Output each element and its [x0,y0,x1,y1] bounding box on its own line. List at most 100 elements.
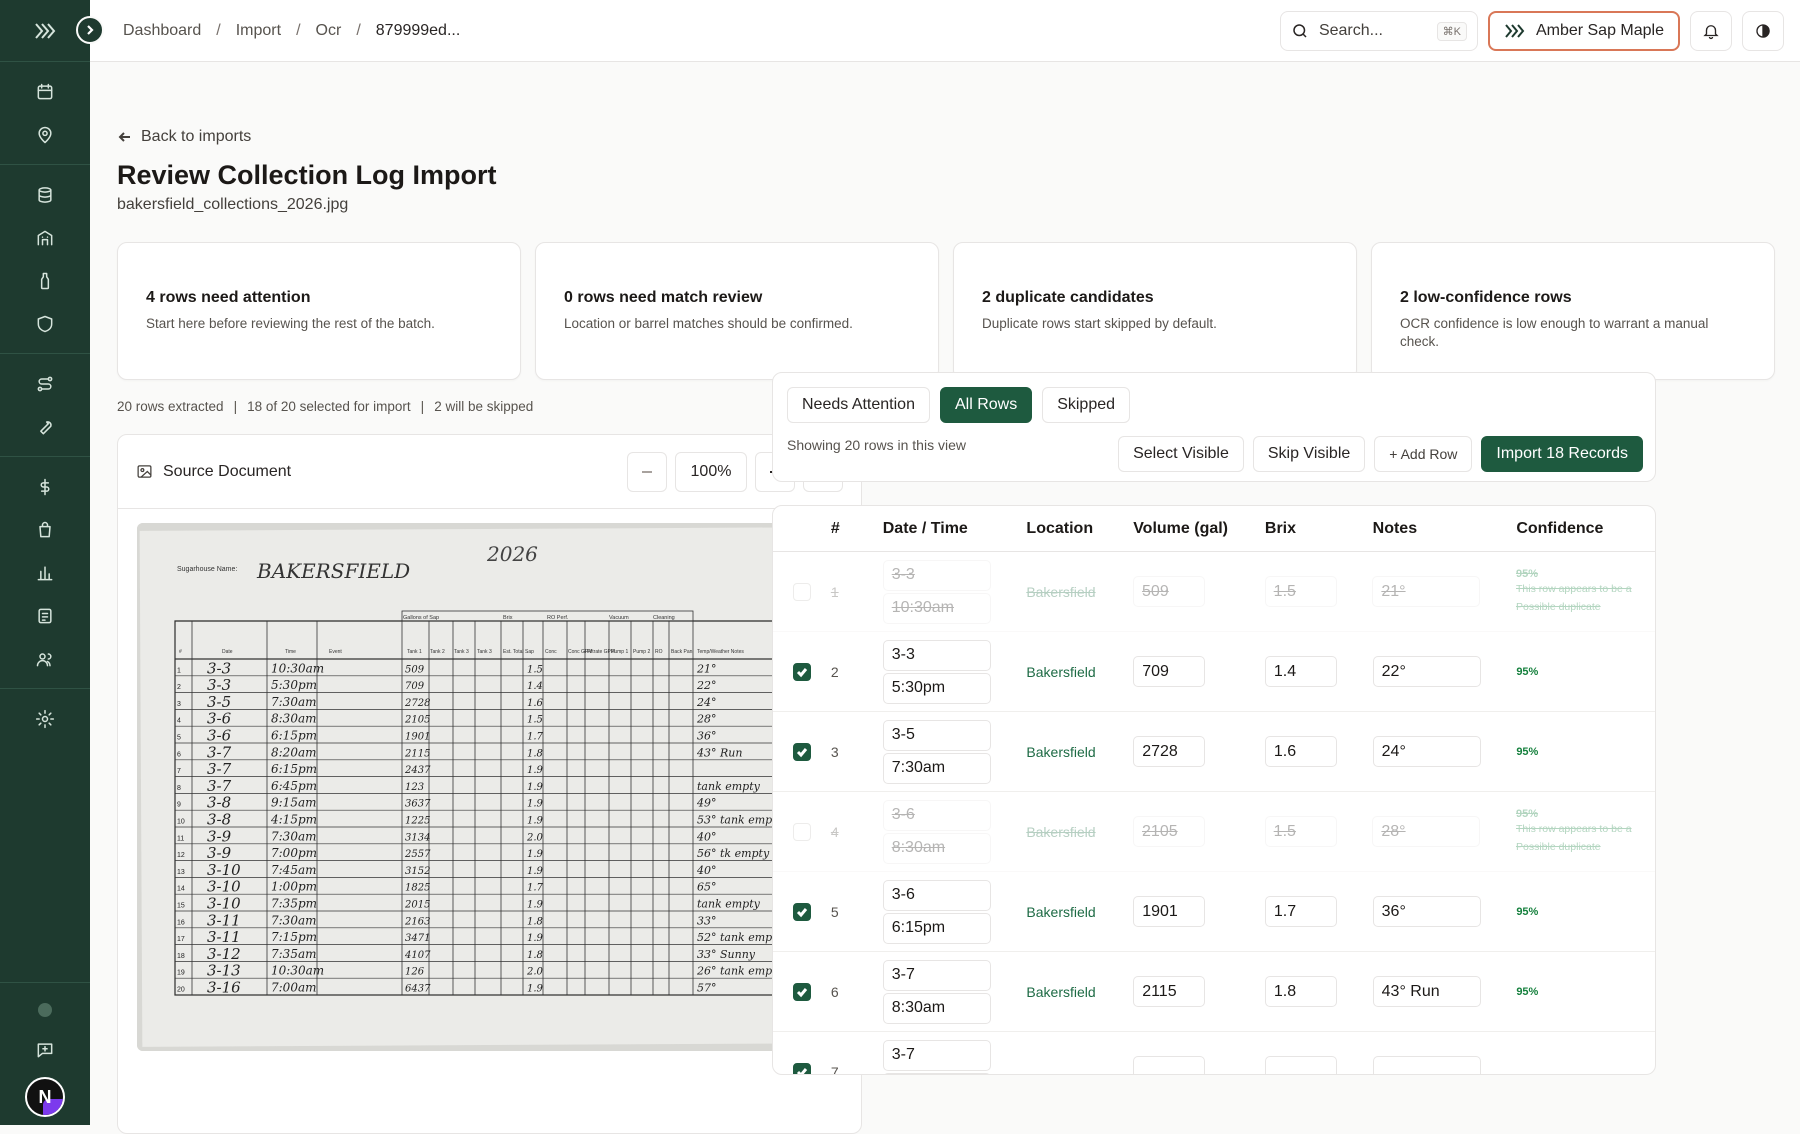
handwritten-tank: 2163 [404,916,430,927]
sidebar-item-quality[interactable] [23,302,67,345]
handwritten-time: 7:45am [271,863,316,877]
table-row: 4 3-6 8:30am Bakersfield 2105 1.5 28° 95… [773,792,1655,872]
location-match[interactable]: Bakersfield [1026,664,1133,680]
handwritten-brix: 1.8 [527,916,543,927]
row-select-checkbox[interactable] [792,982,811,1001]
notes-input[interactable]: 24° [1372,736,1481,767]
volume-input[interactable]: 2728 [1133,736,1206,767]
handwritten-brix: 1.9 [527,799,544,810]
notes-input[interactable]: 43° Run [1372,976,1481,1007]
notes-input[interactable]: 22° [1372,656,1481,687]
sidebar-item-settings[interactable] [23,697,67,740]
skip-visible-button[interactable]: Skip Visible [1252,436,1366,472]
row-select-checkbox[interactable] [792,822,811,841]
brix-input[interactable]: 1.6 [1264,736,1337,767]
search-input[interactable]: Search... ⌘K [1279,11,1478,51]
volume-input[interactable]: 1901 [1133,896,1206,927]
sidebar-item-finance[interactable] [23,465,67,508]
volume-input[interactable]: 2105 [1133,816,1206,847]
location-match[interactable]: Bakersfield [1026,904,1133,920]
card-duplicates[interactable]: 2 duplicate candidates Duplicate rows sta… [953,242,1357,380]
sidebar-item-calendar[interactable] [23,70,67,113]
org-switcher-button[interactable]: Amber Sap Maple [1487,11,1680,51]
volume-input[interactable]: 709 [1133,656,1206,687]
check-icon [796,667,808,677]
handwritten-time: 4:15pm [270,813,317,827]
row-select-checkbox[interactable] [792,1062,811,1074]
row-select-checkbox[interactable] [792,582,811,601]
handwritten-notes: 26° tank empty [696,965,784,978]
sidebar-item-logs[interactable] [23,594,67,637]
date-input[interactable]: 3-5 [882,719,991,751]
date-input[interactable]: 3-3 [882,639,991,671]
date-input[interactable]: 3-6 [882,879,991,911]
sidebar-item-locations[interactable] [23,113,67,156]
notes-input[interactable]: 21° [1372,576,1481,607]
card-match-review[interactable]: 0 rows need match review Location or barr… [535,242,939,380]
volume-input[interactable]: 509 [1133,576,1206,607]
date-input[interactable]: 3-7 [882,959,991,991]
sidebar-item-products[interactable] [23,259,67,302]
handwritten-notes: 22° [696,679,717,692]
brix-input[interactable]: 1.4 [1264,656,1337,687]
import-records-button[interactable]: Import 18 Records [1481,436,1643,472]
select-visible-button[interactable]: Select Visible [1118,436,1244,472]
date-input[interactable]: 3-6 [882,799,991,831]
location-match[interactable]: Bakersfield [1026,824,1133,840]
notes-input[interactable]: 28° [1372,816,1481,847]
notes-input[interactable]: 36° [1372,896,1481,927]
volume-input[interactable] [1133,1056,1206,1074]
arrow-left-icon [118,132,130,142]
time-input[interactable]: 8:30am [882,832,991,864]
brix-input[interactable]: 1.5 [1264,816,1337,847]
date-input[interactable]: 3-7 [882,1039,991,1071]
time-input[interactable] [882,1072,991,1074]
volume-input[interactable]: 2115 [1133,976,1206,1007]
feedback-button[interactable] [23,1037,67,1063]
card-attention[interactable]: 4 rows need attention Start here before r… [117,242,521,380]
row-select-checkbox[interactable] [792,662,811,681]
brix-input[interactable]: 1.7 [1264,896,1337,927]
location-match[interactable]: Bakersfield [1026,984,1133,1000]
time-input[interactable]: 8:30am [882,992,991,1024]
brix-input[interactable]: 1.8 [1264,976,1337,1007]
time-input[interactable]: 6:15pm [882,912,991,944]
time-input[interactable]: 10:30am [882,592,991,624]
sidebar-item-barrels[interactable] [23,173,67,216]
notes-input[interactable] [1372,1056,1481,1074]
tab-skipped[interactable]: Skipped [1042,387,1131,423]
tab-needs-attention[interactable]: Needs Attention [787,387,930,423]
handwritten-tank: 4107 [404,950,431,961]
breadcrumb-ocr[interactable]: Ocr [316,22,342,40]
breadcrumb-import[interactable]: Import [236,22,281,40]
sidebar-item-reports[interactable] [23,551,67,594]
brix-input[interactable] [1264,1056,1337,1074]
location-match[interactable]: Bakersfield [1026,744,1133,760]
sidebar-item-routes[interactable] [23,362,67,405]
source-document-image[interactable]: Sugarhouse Name: BAKERSFIELD 2026 Gallons o… [137,523,841,1051]
notifications-button[interactable] [1690,11,1732,51]
date-input[interactable]: 3-3 [882,559,991,591]
add-row-button[interactable]: + Add Row [1374,436,1473,472]
sidebar-item-sugarhouse[interactable] [23,216,67,259]
brix-input[interactable]: 1.5 [1264,576,1337,607]
zoom-out-button[interactable] [627,451,667,492]
sidebar-item-team[interactable] [23,637,67,680]
handwritten-notes: 56° tk empty [697,847,770,860]
row-select-checkbox[interactable] [792,742,811,761]
tab-all-rows[interactable]: All Rows [939,387,1033,423]
column-header: Tank 3 [454,649,469,655]
avatar[interactable]: N [25,1077,65,1117]
time-input[interactable]: 7:30am [882,752,991,784]
handwritten-notes: 40° [696,830,717,843]
location-match[interactable]: Bakersfield [1026,584,1133,600]
breadcrumb-dashboard[interactable]: Dashboard [123,22,201,40]
row-select-checkbox[interactable] [792,902,811,921]
sidebar-item-maintenance[interactable] [23,405,67,448]
back-link[interactable]: Back to imports [117,128,251,146]
sidebar-item-sales[interactable] [23,508,67,551]
card-low-confidence[interactable]: 2 low-confidence rows OCR confidence is l… [1371,242,1775,380]
sidebar-toggle-button[interactable] [76,16,104,44]
time-input[interactable]: 5:30pm [882,672,991,704]
theme-toggle-button[interactable] [1742,11,1784,51]
